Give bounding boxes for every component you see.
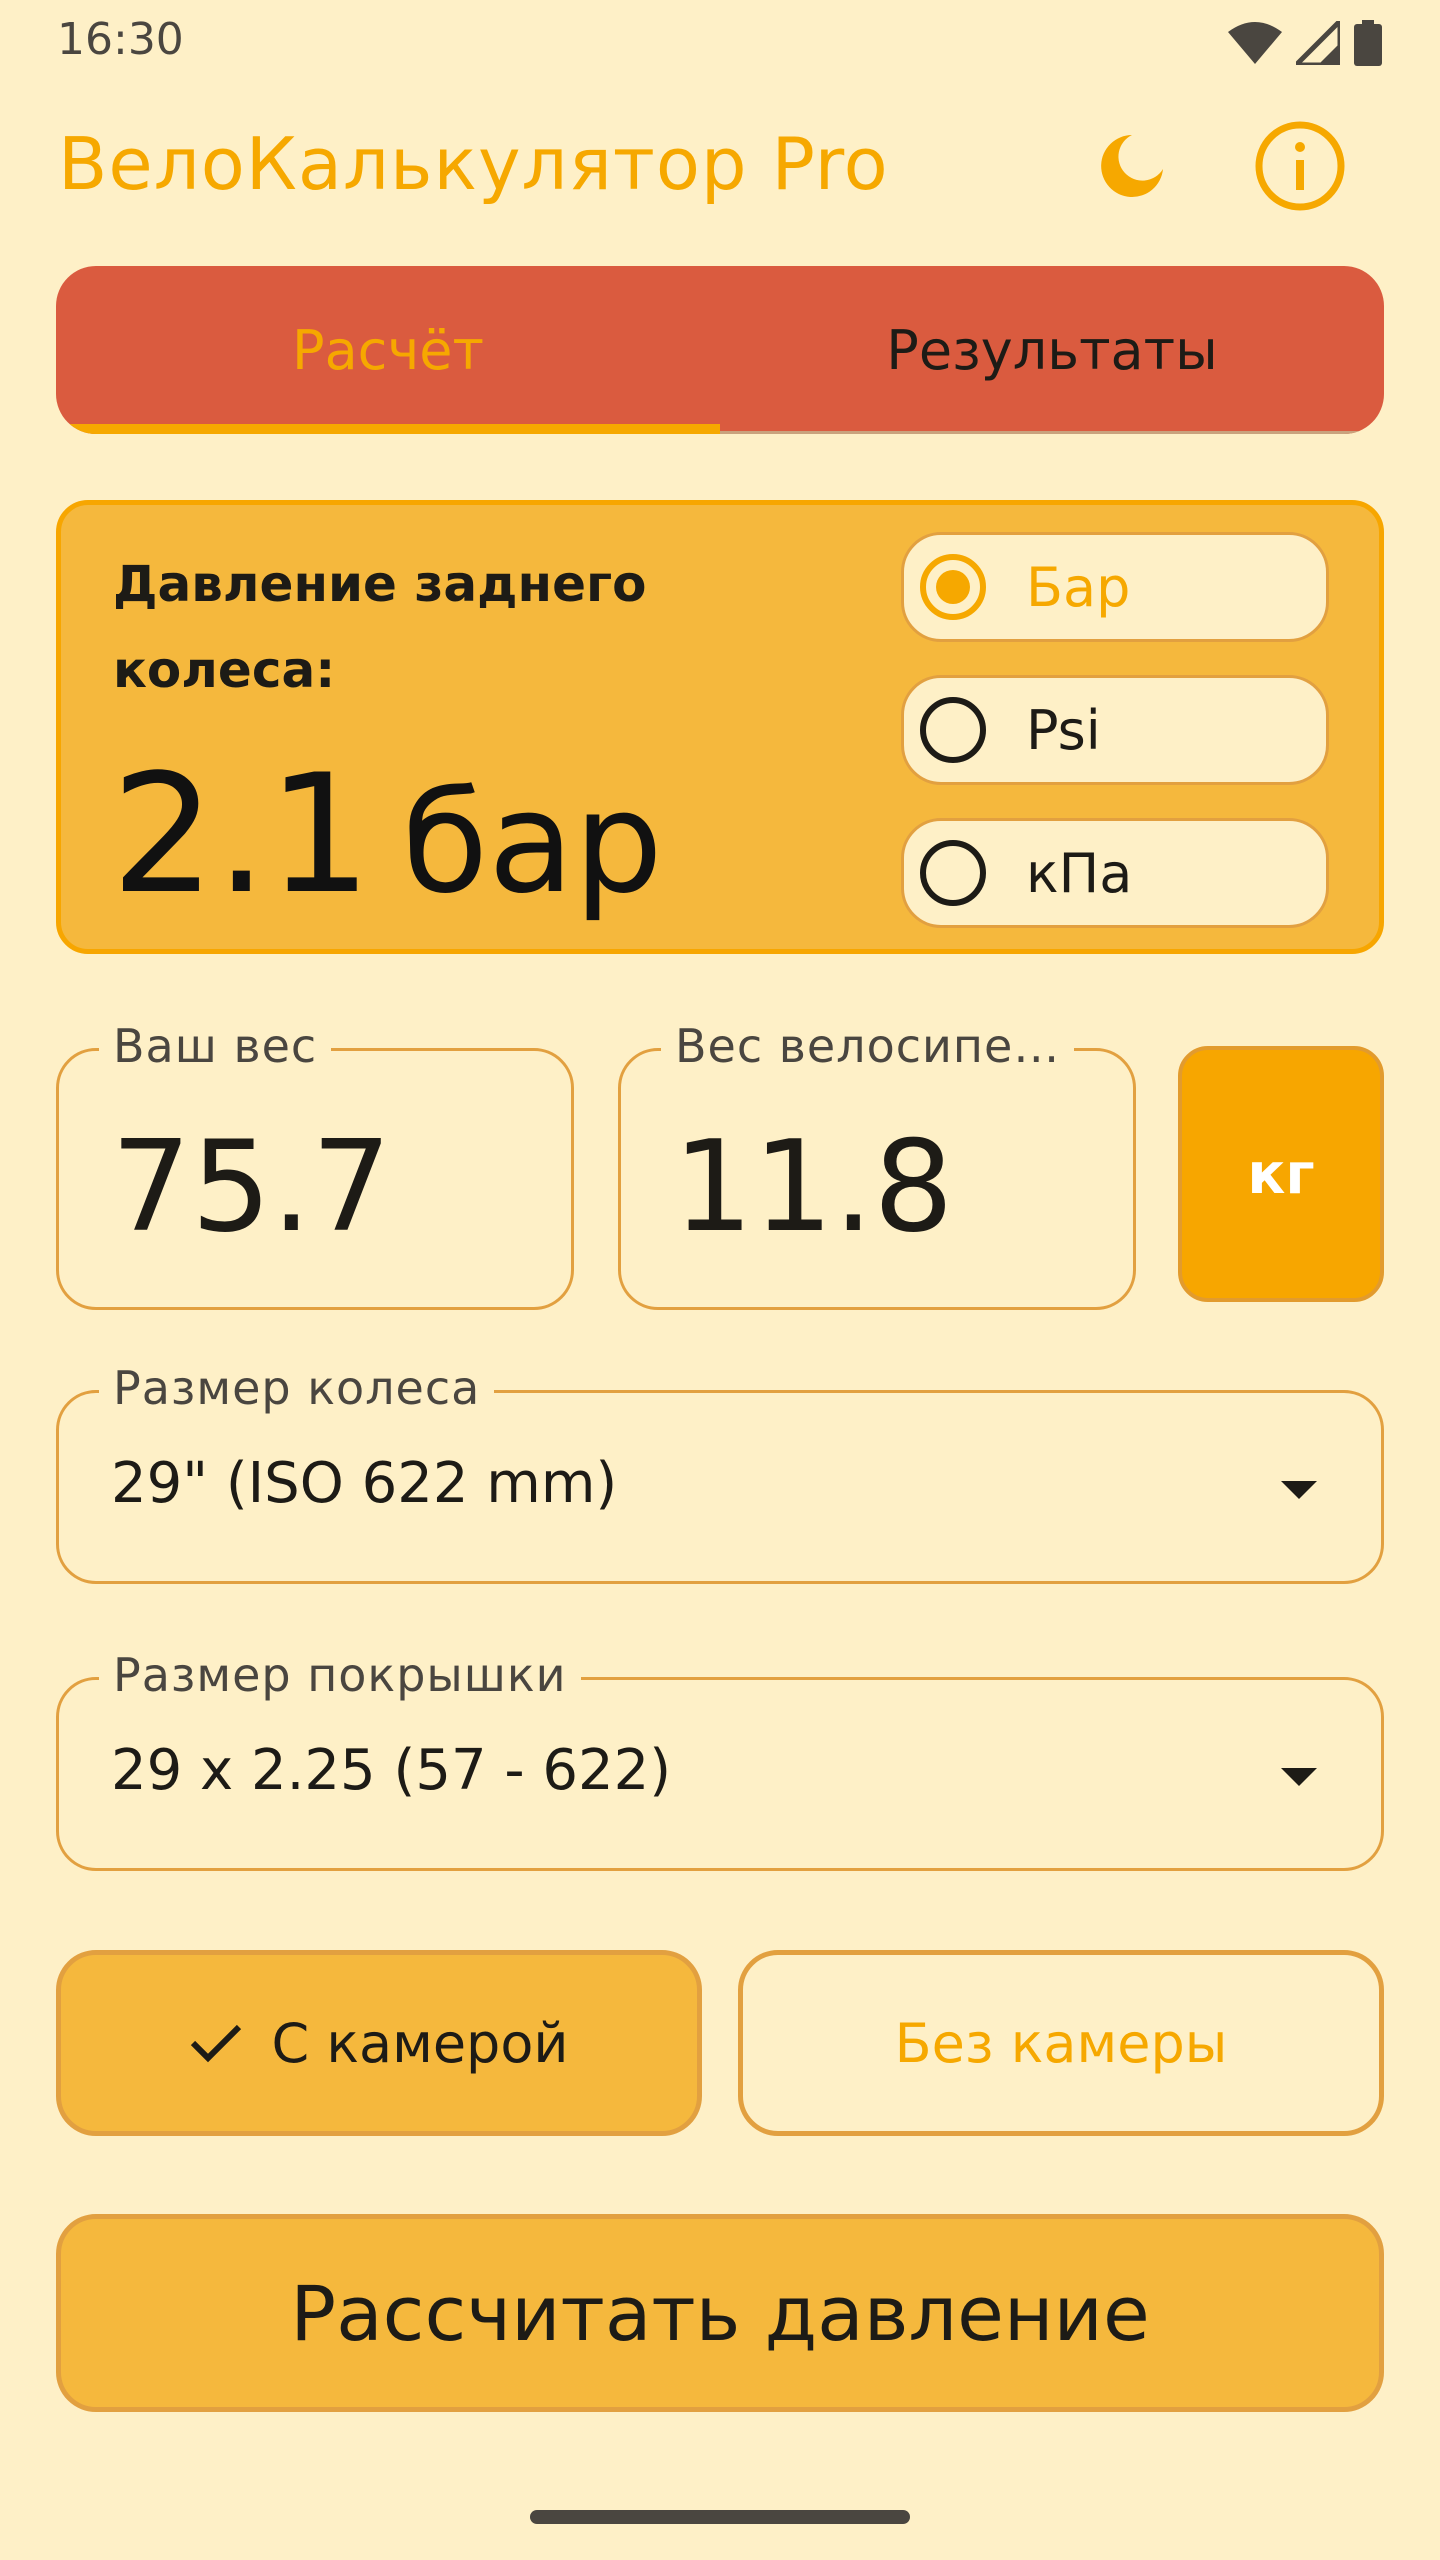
bike-weight-value: 11.8: [673, 1113, 954, 1260]
tab-results[interactable]: Результаты: [720, 266, 1384, 434]
tab-bar: Расчёт Результаты: [56, 266, 1384, 434]
wifi-icon: [1228, 22, 1282, 64]
unit-radio-psi[interactable]: Psi: [901, 675, 1329, 785]
app-title: ВелоКалькулятор Pro: [58, 122, 889, 206]
tire-size-dropdown[interactable]: Размер покрышки 29 x 2.25 (57 - 622): [56, 1648, 1384, 1871]
pressure-unit: бар: [401, 762, 663, 925]
unit-radio-label: кПа: [1026, 841, 1133, 905]
rider-weight-value: 75.7: [111, 1113, 392, 1260]
check-icon: [190, 2024, 241, 2063]
home-indicator[interactable]: [530, 2510, 910, 2524]
weight-unit-button[interactable]: кг: [1178, 1046, 1384, 1302]
info-button[interactable]: [1252, 118, 1348, 214]
wheel-size-value: 29" (ISO 622 mm): [111, 1451, 618, 1516]
pressure-value: 2.1 бар: [111, 739, 663, 930]
unit-radio-label: Psi: [1026, 698, 1101, 762]
radio-unselected-icon: [920, 697, 986, 763]
unit-radio-kpa[interactable]: кПа: [901, 818, 1329, 928]
with-tube-label: С камерой: [271, 2011, 569, 2075]
wheel-size-label: Размер колеса: [99, 1361, 495, 1415]
theme-toggle-button[interactable]: [1084, 118, 1180, 214]
calculate-button[interactable]: Рассчитать давление: [56, 2214, 1384, 2412]
dropdown-arrow-icon: [1281, 1481, 1317, 1499]
info-icon: [1255, 121, 1345, 211]
pressure-number: 2.1: [111, 739, 372, 930]
pressure-label: Давление заднего колеса:: [113, 555, 647, 699]
tab-indicator: [56, 424, 720, 434]
bike-weight-label: Вес велосипе…: [661, 1019, 1075, 1073]
unit-radio-bar[interactable]: Бар: [901, 532, 1329, 642]
signal-icon: [1296, 21, 1340, 65]
bike-weight-field[interactable]: Вес велосипе… 11.8: [618, 1019, 1136, 1310]
battery-icon: [1354, 20, 1382, 66]
radio-unselected-icon: [920, 840, 986, 906]
radio-selected-icon: [920, 554, 986, 620]
pressure-card: Давление заднего колеса: 2.1 бар Бар Psi …: [56, 500, 1384, 954]
tab-calculation[interactable]: Расчёт: [56, 266, 720, 434]
tubeless-button[interactable]: Без камеры: [738, 1950, 1384, 2136]
unit-radio-label: Бар: [1026, 555, 1131, 619]
with-tube-button[interactable]: С камерой: [56, 1950, 702, 2136]
dropdown-arrow-icon: [1281, 1768, 1317, 1786]
moon-icon: [1101, 135, 1163, 197]
rider-weight-field[interactable]: Ваш вес 75.7: [56, 1019, 574, 1310]
wheel-size-dropdown[interactable]: Размер колеса 29" (ISO 622 mm): [56, 1361, 1384, 1584]
rider-weight-label: Ваш вес: [99, 1019, 332, 1073]
status-time: 16:30: [57, 14, 184, 65]
tab-divider: [720, 431, 1384, 434]
status-icons: [1228, 18, 1382, 68]
tire-size-value: 29 x 2.25 (57 - 622): [111, 1738, 672, 1803]
tire-size-label: Размер покрышки: [99, 1648, 581, 1702]
